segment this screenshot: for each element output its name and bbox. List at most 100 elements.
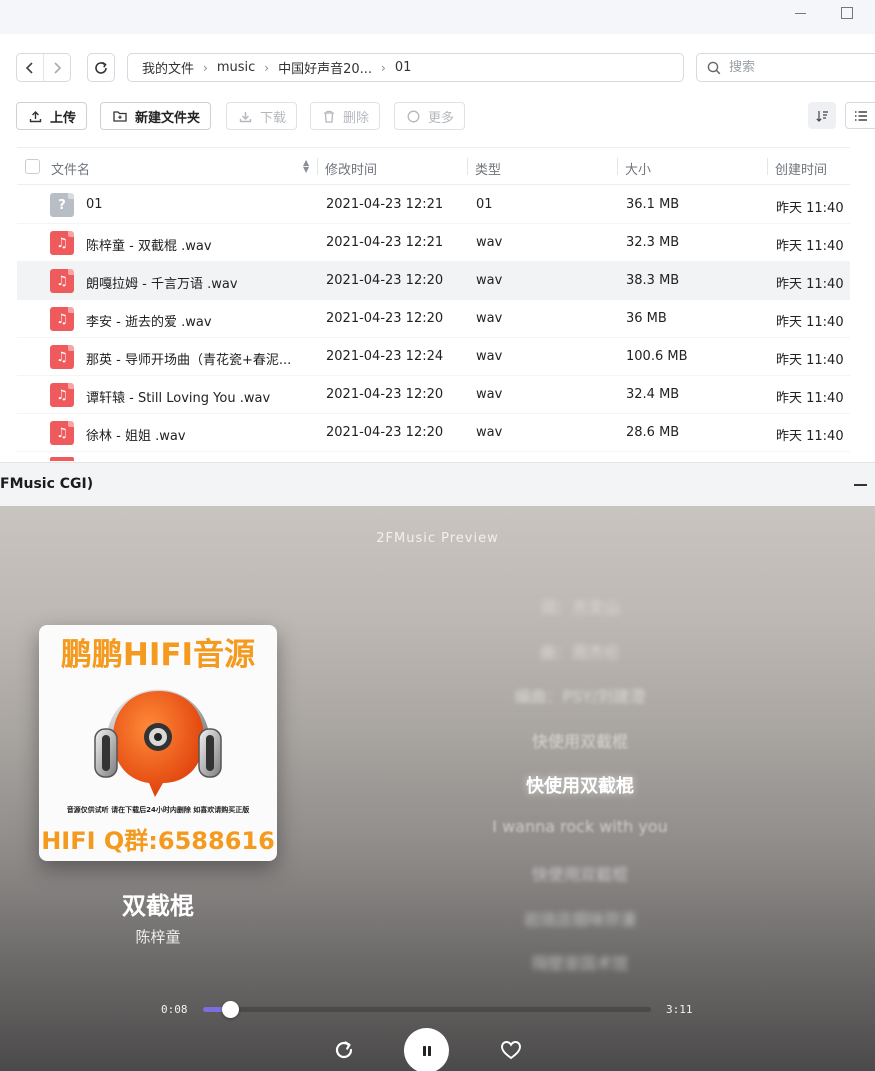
player-title: 2FMusic Preview (376, 531, 499, 546)
heart-icon (501, 1041, 521, 1060)
pause-button[interactable] (404, 1028, 449, 1071)
music-file-icon (50, 457, 74, 461)
search-box (696, 53, 875, 82)
header-size[interactable]: 大小 (625, 159, 651, 178)
file-name[interactable]: 李安 - 逝去的爱 .wav (86, 311, 308, 330)
header-modified[interactable]: 修改时间 (325, 159, 377, 178)
music-file-icon: ♫ (50, 307, 74, 331)
header-name[interactable]: 文件名 (51, 159, 90, 178)
file-name[interactable]: 那英 - 导师开场曲（青花瓷+春泥... (86, 349, 308, 368)
file-type: wav (476, 235, 503, 250)
back-button[interactable] (17, 54, 43, 81)
total-time: 3:11 (666, 1003, 693, 1016)
progress-bar[interactable] (203, 1001, 651, 1018)
column-divider[interactable] (317, 158, 318, 175)
sort-arrows-icon[interactable]: ▲ ▼ (303, 159, 309, 174)
file-created: 昨天 11:40 (776, 277, 844, 292)
new-folder-icon (113, 110, 127, 122)
more-label: 更多 (428, 110, 455, 126)
album-cover-text: 鹏鹏HIFI音源 (60, 637, 256, 673)
current-time: 0:08 (161, 1003, 188, 1016)
file-created: 昨天 11:40 (776, 315, 844, 330)
navigation-toolbar: 我的文件 › music › 中国好声音20... › 01 (0, 34, 875, 104)
file-size: 28.6 MB (626, 425, 680, 440)
sort-icon (816, 110, 828, 122)
forward-button[interactable] (43, 54, 70, 81)
table-row[interactable]: ♫ 谭轩辕 - Still Loving You .wav 2021-04-23 1… (17, 376, 850, 414)
new-folder-button[interactable]: 新建文件夹 (100, 102, 212, 130)
table-row[interactable]: ♫ 李安 - 逝去的爱 .wav 2021-04-23 12:20 wav 36 MB 昨… (17, 300, 850, 338)
breadcrumb-item[interactable]: 01 (395, 60, 412, 75)
chevron-left-icon (25, 61, 33, 74)
lyric-line: 隔壁是国术馆 (531, 954, 628, 973)
maximize-button[interactable] (837, 4, 857, 22)
list-icon (855, 110, 867, 121)
album-cover: 鹏鹏HIFI音源 音源仅供试听 请在下载后24小时内删除 如喜欢请购买正版 HI… (39, 625, 277, 861)
header-created[interactable]: 创建时间 (775, 159, 827, 178)
file-name[interactable]: 谭轩辕 - Still Loving You .wav (86, 387, 308, 406)
song-artist: 陈梓童 (135, 928, 181, 946)
minimize-button[interactable] (791, 4, 811, 22)
table-row[interactable]: ♫ 那英 - 导师开场曲（青花瓷+春泥... 2021-04-23 12:24 wav… (17, 338, 850, 376)
column-divider[interactable] (767, 158, 768, 175)
repeat-button[interactable] (330, 1036, 358, 1064)
file-name[interactable]: 陈梓童 - 双截棍 .wav (86, 235, 308, 254)
file-size: 38.3 MB (626, 273, 680, 288)
file-name[interactable]: 徐林 - 姐姐 .wav (86, 425, 308, 444)
table-row[interactable]: ? 01 2021-04-23 12:21 01 36.1 MB 昨天 11:40 (17, 186, 850, 224)
table-row[interactable]: ♫ 徐林 - 姐姐 .wav 2021-04-23 12:20 wav 28.6 MB 昨… (17, 414, 850, 452)
file-modified: 2021-04-23 12:21 (326, 197, 444, 212)
panel-title: FMusic CGI) (0, 476, 94, 492)
lyric-line: 岩烧店烟味弥漫 (523, 909, 636, 929)
file-type: wav (476, 349, 503, 364)
file-name[interactable]: 朗嘎拉姆 - 千言万语 .wav (86, 273, 308, 292)
select-all-checkbox[interactable] (25, 159, 40, 174)
music-file-icon: ♫ (50, 269, 74, 293)
refresh-button[interactable] (87, 53, 115, 82)
search-input[interactable] (729, 60, 849, 75)
file-size: 32.4 MB (626, 387, 680, 402)
sort-button[interactable] (808, 102, 836, 129)
table-header: 文件名 ▲ ▼ 修改时间 类型 大小 创建时间 (17, 147, 850, 185)
lyric-line: 快使用双截棍 (531, 731, 628, 751)
repeat-icon (335, 1041, 353, 1059)
download-button[interactable]: 下载 (226, 102, 298, 130)
current-lyric-line: 快使用双截棍 (526, 776, 634, 797)
album-cover-text: HIFI Q群:6588616 (41, 827, 275, 855)
music-file-icon: ♫ (50, 345, 74, 369)
breadcrumb-item[interactable]: 中国好声音20... (278, 58, 372, 77)
upload-button[interactable]: 上传 (16, 102, 88, 130)
lyric-line: 快使用双截棍 (531, 865, 628, 884)
column-divider[interactable] (617, 158, 618, 175)
file-modified: 2021-04-23 12:20 (326, 273, 444, 288)
breadcrumb-item[interactable]: music (217, 60, 255, 75)
chevron-right-icon (54, 61, 62, 74)
music-file-icon: ♫ (50, 231, 74, 255)
progress-handle[interactable] (221, 1001, 239, 1018)
table-row[interactable]: ♫ 朗嘎拉姆 - 千言万语 .wav 2021-04-23 12:20 wav 38.3… (17, 262, 850, 300)
delete-button[interactable]: 删除 (310, 102, 381, 130)
file-created: 昨天 11:40 (776, 201, 844, 216)
pause-icon (422, 1045, 431, 1056)
delete-label: 删除 (343, 110, 370, 126)
file-modified: 2021-04-23 12:24 (326, 349, 444, 364)
breadcrumb-item[interactable]: 我的文件 (142, 58, 194, 77)
more-circle-icon (407, 110, 420, 123)
lyric-line: 编曲：PSY/刘建澄 (514, 687, 646, 706)
column-divider[interactable] (467, 158, 468, 175)
file-modified: 2021-04-23 12:20 (326, 387, 444, 402)
table-row[interactable]: ♫ 陈梓童 - 双截棍 .wav 2021-04-23 12:21 wav 32.3 M… (17, 224, 850, 262)
file-modified: 2021-04-23 12:20 (326, 425, 444, 440)
header-type[interactable]: 类型 (475, 159, 501, 178)
file-type: 01 (476, 197, 493, 212)
song-title: 双截棍 (122, 892, 194, 920)
upload-icon (29, 110, 42, 123)
more-button[interactable]: 更多 (394, 102, 466, 130)
file-name[interactable]: 01 (86, 197, 308, 212)
music-file-icon: ♫ (50, 383, 74, 407)
list-view-button[interactable] (845, 102, 875, 129)
like-button[interactable] (497, 1036, 525, 1064)
breadcrumb: 我的文件 › music › 中国好声音20... › 01 (127, 53, 684, 82)
panel-minimize-button[interactable] (854, 484, 867, 486)
file-modified: 2021-04-23 12:21 (326, 235, 444, 250)
